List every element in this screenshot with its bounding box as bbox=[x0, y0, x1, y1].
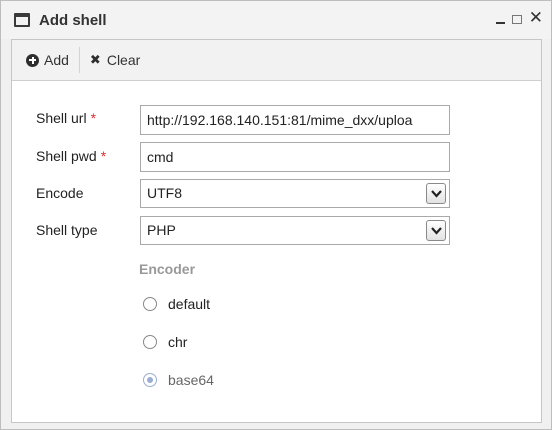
shell-url-label: Shell url * bbox=[36, 110, 96, 126]
plus-circle-icon bbox=[26, 53, 39, 67]
close-icon[interactable]: ✕ bbox=[529, 9, 543, 26]
window-title: Add shell bbox=[39, 11, 107, 29]
toolbar: Add ✖ Clear bbox=[12, 40, 541, 81]
shell-pwd-label-text: Shell pwd bbox=[36, 148, 97, 164]
shell-type-label: Shell type bbox=[36, 222, 98, 238]
add-button[interactable]: Add bbox=[12, 45, 79, 75]
clear-button-label: Clear bbox=[106, 52, 141, 68]
shell-type-select-value: PHP bbox=[147, 222, 176, 238]
form-panel: Add ✖ Clear Shell url * http://192.168.14… bbox=[11, 39, 542, 423]
chevron-down-icon[interactable] bbox=[426, 183, 446, 204]
radio-label: base64 bbox=[168, 372, 214, 388]
shell-url-input[interactable]: http://192.168.140.151:81/mime_dxx/uploa bbox=[140, 105, 450, 135]
x-icon: ✖ bbox=[89, 52, 101, 67]
title-bar[interactable]: Add shell ✕ bbox=[1, 1, 551, 39]
window-controls: ✕ bbox=[495, 9, 543, 26]
required-marker: * bbox=[100, 148, 107, 164]
maximize-icon[interactable] bbox=[511, 14, 522, 24]
shell-pwd-input[interactable]: cmd bbox=[140, 142, 450, 172]
radio-button-selected[interactable] bbox=[143, 373, 157, 387]
encode-select-value: UTF8 bbox=[147, 185, 182, 201]
chevron-down-icon[interactable] bbox=[426, 220, 446, 241]
minimize-icon[interactable] bbox=[495, 21, 505, 24]
encoder-option-base64[interactable]: base64 bbox=[143, 372, 214, 388]
encode-select[interactable]: UTF8 bbox=[140, 179, 450, 208]
encoder-section-title: Encoder bbox=[139, 261, 196, 277]
shell-pwd-label: Shell pwd * bbox=[36, 148, 106, 164]
radio-button[interactable] bbox=[143, 297, 157, 311]
shell-type-select[interactable]: PHP bbox=[140, 216, 450, 245]
clear-button[interactable]: ✖ Clear bbox=[80, 45, 150, 75]
radio-label: default bbox=[168, 296, 211, 312]
radio-button[interactable] bbox=[143, 335, 157, 349]
window-icon bbox=[14, 13, 30, 27]
shell-url-label-text: Shell url bbox=[36, 110, 87, 126]
required-marker: * bbox=[90, 110, 97, 126]
radio-label: chr bbox=[168, 334, 188, 350]
add-button-label: Add bbox=[44, 52, 69, 68]
add-shell-window: Add shell ✕ Add ✖ Clear Shell url * http:… bbox=[0, 0, 552, 430]
encoder-option-default[interactable]: default bbox=[143, 296, 210, 312]
encoder-option-chr[interactable]: chr bbox=[143, 334, 187, 350]
encode-label: Encode bbox=[36, 185, 84, 201]
